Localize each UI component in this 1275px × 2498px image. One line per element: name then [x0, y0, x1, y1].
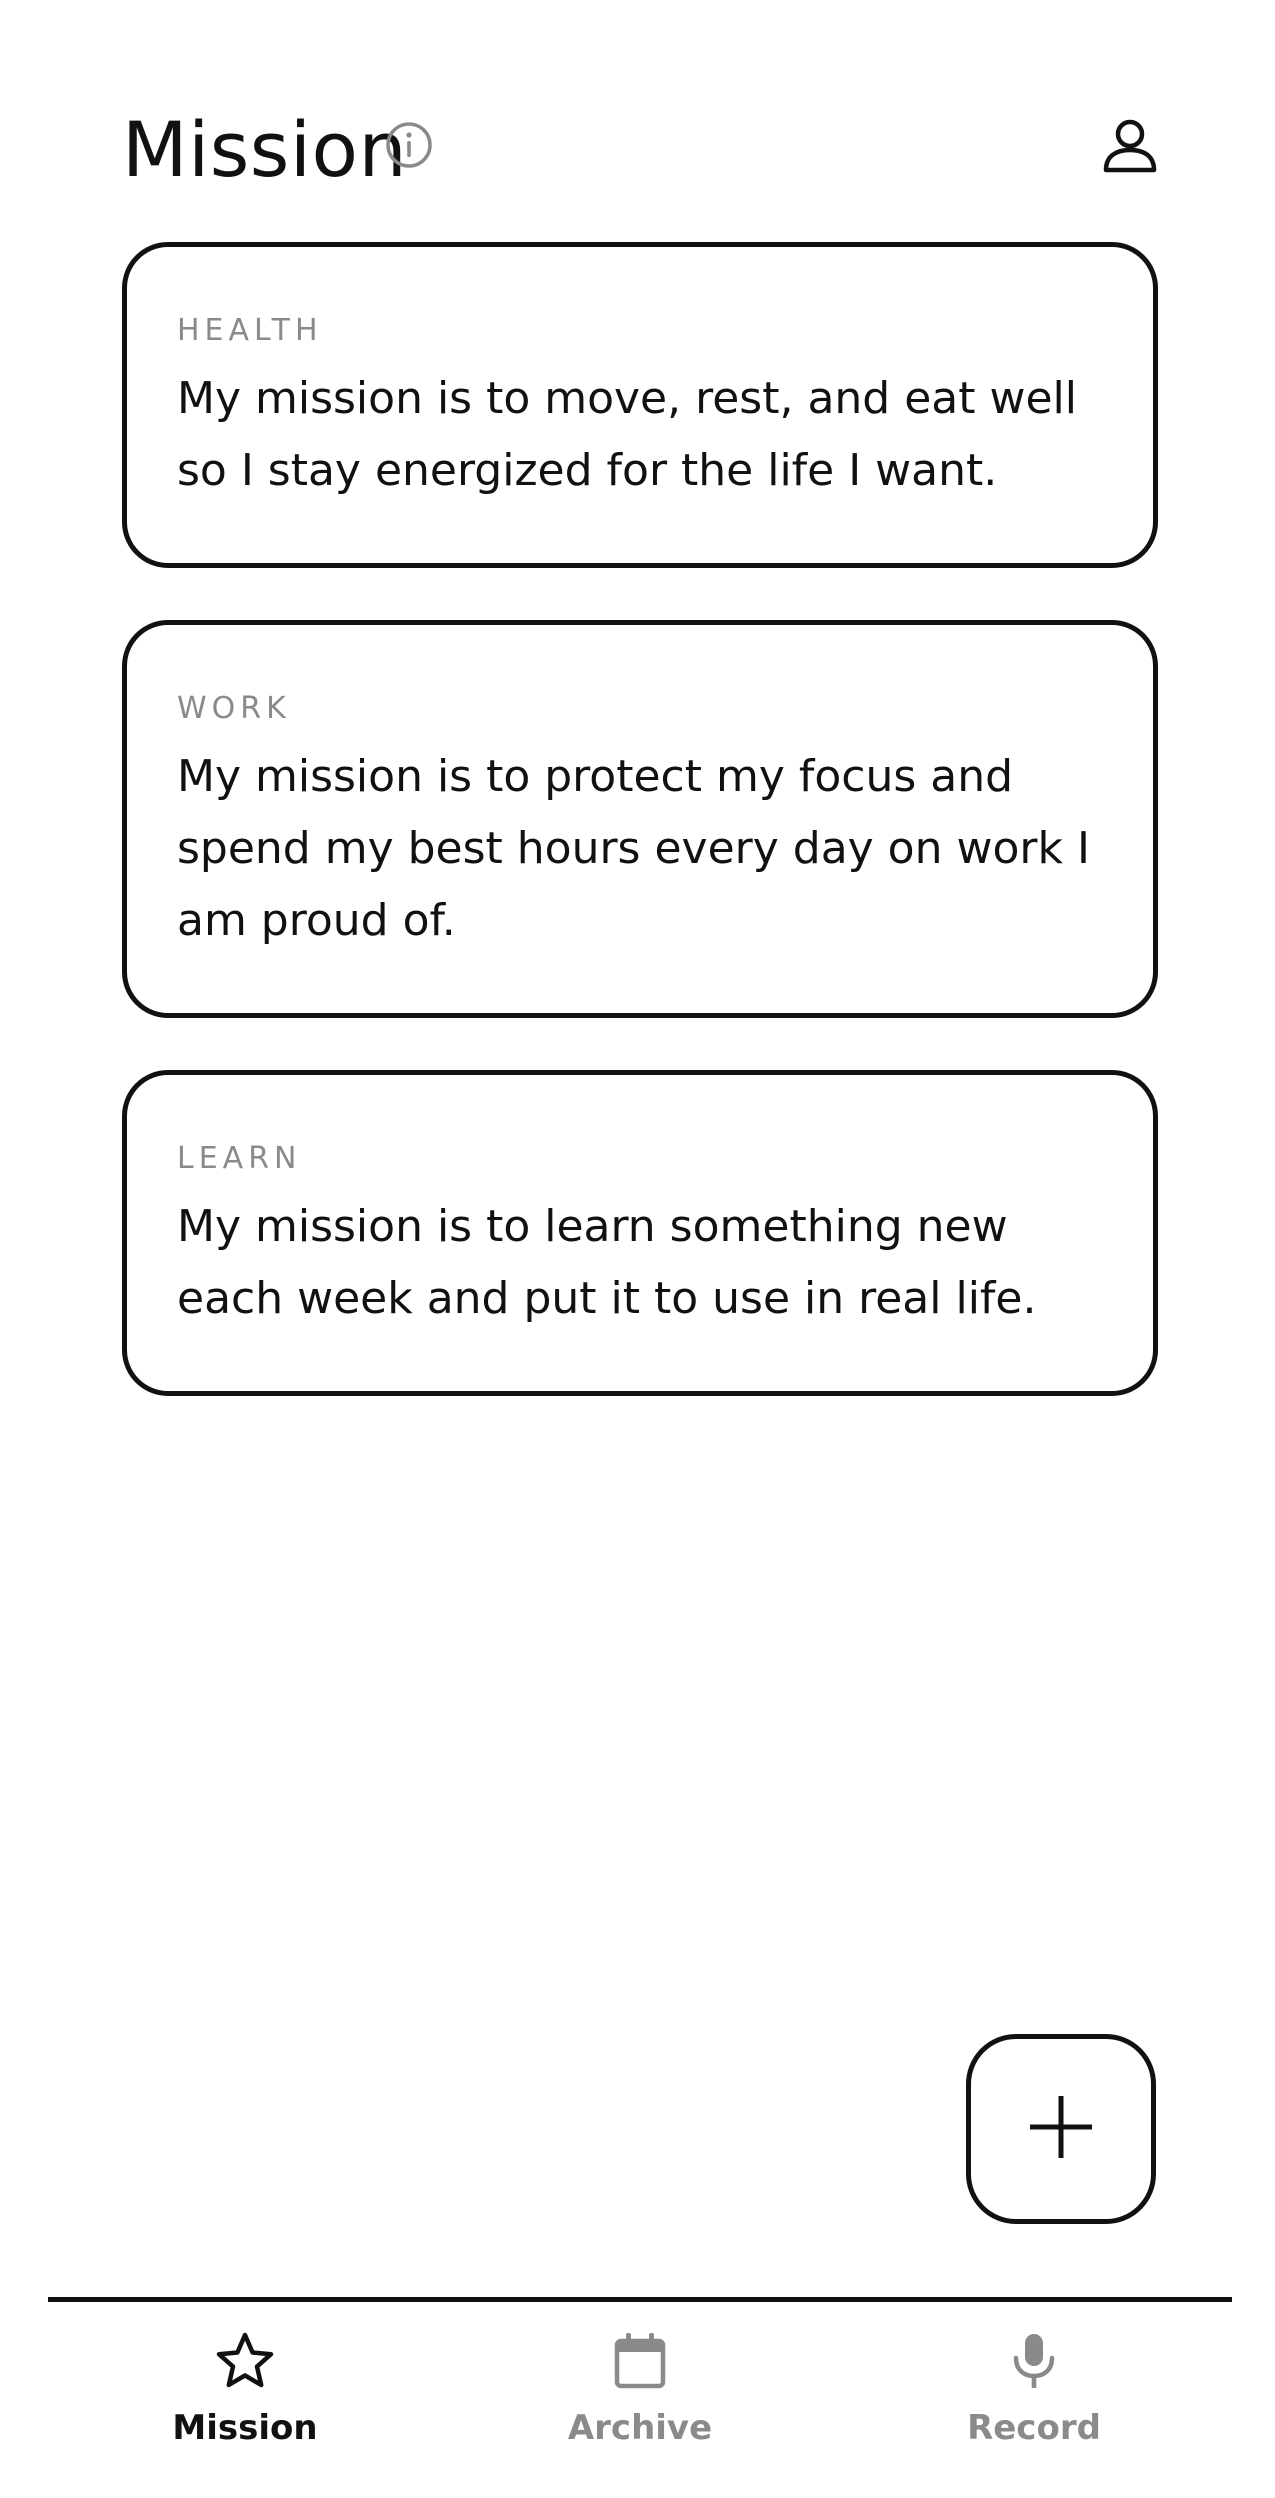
nav-label-record: Record	[967, 2408, 1101, 2448]
header: Mission	[122, 100, 1162, 200]
star-icon	[115, 2330, 375, 2392]
calendar-icon	[510, 2330, 770, 2392]
mission-text: My mission is to protect my focus and sp…	[177, 751, 1090, 946]
mission-text: My mission is to move, rest, and eat wel…	[177, 373, 1077, 496]
nav-label-mission: Mission	[172, 2408, 318, 2448]
microphone-icon	[904, 2330, 1164, 2392]
user-icon[interactable]	[1098, 114, 1162, 178]
mission-category: LEARN	[177, 1141, 302, 1176]
nav-item-record[interactable]: Record	[904, 2330, 1164, 2470]
mission-card-work[interactable]: WORK My mission is to protect my focus a…	[122, 620, 1158, 1018]
mission-category: HEALTH	[177, 313, 323, 348]
mission-card-health[interactable]: HEALTH My mission is to move, rest, and …	[122, 242, 1158, 568]
info-icon[interactable]	[384, 120, 434, 170]
add-mission-button[interactable]	[966, 2034, 1156, 2224]
page-title: Mission	[122, 105, 408, 194]
plus-icon	[1028, 2094, 1094, 2164]
nav-item-archive[interactable]: Archive	[510, 2330, 770, 2470]
bottom-nav: Mission Archive Record	[48, 2297, 1232, 2498]
nav-label-archive: Archive	[567, 2408, 713, 2448]
mission-category: WORK	[177, 691, 291, 726]
mission-list: HEALTH My mission is to move, rest, and …	[122, 242, 1158, 1448]
mission-text: My mission is to learn something new eac…	[177, 1201, 1037, 1324]
mission-card-learn[interactable]: LEARN My mission is to learn something n…	[122, 1070, 1158, 1396]
nav-item-mission[interactable]: Mission	[115, 2330, 375, 2470]
